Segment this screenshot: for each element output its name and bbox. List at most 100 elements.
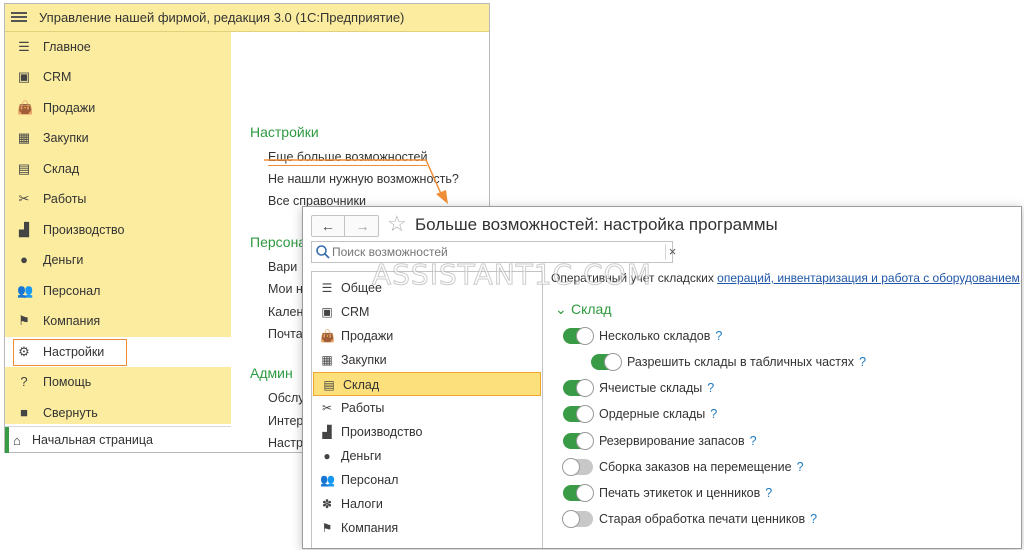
help-icon[interactable]: ? <box>710 407 717 421</box>
personal-link[interactable]: Кален <box>268 305 303 319</box>
category-purchases[interactable]: ▦ Закупки <box>312 348 542 372</box>
description-link[interactable]: операций, инвентаризация и работа с обор… <box>717 271 1020 285</box>
help-icon[interactable]: ? <box>715 329 722 343</box>
category-money[interactable]: ● Деньги <box>312 444 542 468</box>
category-label: Закупки <box>341 353 387 367</box>
toggle-switch[interactable] <box>563 432 594 450</box>
sidebar-item-label: Помощь <box>43 375 92 389</box>
category-crm[interactable]: ▣ CRM <box>312 300 542 324</box>
category-personnel[interactable]: 👥 Персонал <box>312 468 542 492</box>
category-company[interactable]: ⚑ Компания <box>312 516 542 540</box>
list-icon: ☰ <box>321 281 333 295</box>
option-label: Разрешить склады в табличных частях <box>627 355 855 369</box>
sidebar-item-label: Компания <box>43 314 101 328</box>
crm-card-icon: ▣ <box>17 69 31 84</box>
search-input[interactable] <box>332 244 662 260</box>
sidebar-item-settings[interactable]: ⚙ Настройки <box>5 337 231 367</box>
toggle-switch[interactable] <box>563 405 594 423</box>
help-icon[interactable]: ? <box>765 486 772 500</box>
sidebar-item-company[interactable]: ⚑ Компания <box>5 306 231 336</box>
help-icon[interactable]: ? <box>750 434 757 448</box>
search-box: × <box>311 241 676 263</box>
category-list: ☰ Общее ▣ CRM 👜 Продажи ▦ Закупки ▤ Скла… <box>311 271 543 548</box>
list-icon: ☰ <box>18 39 30 54</box>
category-works[interactable]: ✂ Работы <box>312 396 542 420</box>
toggle-switch[interactable] <box>563 379 594 397</box>
category-label: Налоги <box>341 497 383 511</box>
sidebar-item-crm[interactable]: ▣ CRM <box>5 62 231 92</box>
category-label: Работы <box>341 401 385 415</box>
sidebar-item-money[interactable]: ● Деньги <box>5 245 231 275</box>
back-arrow-icon[interactable]: ← <box>312 216 345 236</box>
ruble-coin-icon: ● <box>323 449 331 463</box>
option-label-wrap: Резервирование запасов? <box>599 434 757 448</box>
forward-arrow-icon[interactable]: → <box>346 216 379 236</box>
warehouse-section-header[interactable]: ⌄ Склад <box>555 301 612 318</box>
help-icon[interactable]: ? <box>810 512 817 526</box>
toggle-switch[interactable] <box>563 484 594 502</box>
category-warehouse[interactable]: ▤ Склад <box>313 372 541 396</box>
sidebar-item-production[interactable]: ▟ Производство <box>5 215 231 245</box>
title-bar: Управление нашей фирмой, редакция 3.0 (1… <box>5 4 489 32</box>
cart-icon: ▦ <box>321 353 333 367</box>
more-features-dialog: ← → ☆ Больше возможностей: настройка про… <box>302 206 1022 549</box>
sidebar-item-collapse[interactable]: ■ Свернуть <box>5 398 231 428</box>
personal-link[interactable]: Мои н <box>268 282 303 296</box>
hamburger-menu-icon[interactable] <box>11 10 27 26</box>
sidebar-item-label: CRM <box>43 70 72 84</box>
option-label: Ячеистые склады <box>599 381 703 395</box>
help-icon[interactable]: ? <box>859 355 866 369</box>
admin-link[interactable]: Настр <box>268 436 303 450</box>
more-features-link[interactable]: Еще больше возможностей <box>268 150 428 166</box>
sidebar-item-help[interactable]: ? Помощь <box>5 367 231 397</box>
factory-icon: ▟ <box>322 425 332 439</box>
settings-section-title: Настройки <box>250 124 319 140</box>
admin-link[interactable]: Интер <box>268 414 303 428</box>
gear-icon: ⚙ <box>18 344 30 359</box>
category-label: CRM <box>341 305 370 319</box>
category-taxes[interactable]: ✽ Налоги <box>312 492 542 516</box>
toggle-switch[interactable] <box>563 327 594 345</box>
tools-icon: ✂ <box>18 191 30 206</box>
nav-buttons: ← → <box>311 215 379 237</box>
toggle-switch[interactable] <box>562 510 593 528</box>
sidebar-item-label: Склад <box>43 162 80 176</box>
help-icon[interactable]: ? <box>797 460 804 474</box>
clear-search-icon[interactable]: × <box>665 244 679 260</box>
category-sales[interactable]: 👜 Продажи <box>312 324 542 348</box>
admin-section-title: Админ <box>250 365 293 381</box>
sidebar-item-warehouse[interactable]: ▤ Склад <box>5 154 231 184</box>
sidebar-item-sales[interactable]: 👜 Продажи <box>5 93 231 123</box>
toggle-switch[interactable] <box>562 458 593 476</box>
option-label: Ордерные склады <box>599 407 706 421</box>
personal-link[interactable]: Почта <box>268 327 303 341</box>
sidebar-item-label: Деньги <box>43 253 84 267</box>
sidebar: ☰ Главное ▣ CRM 👜 Продажи ▦ Закупки ▤ Ск… <box>5 32 231 424</box>
home-page-tab[interactable]: ⌂ Начальная страница <box>5 426 231 453</box>
sidebar-item-personnel[interactable]: 👥 Персонал <box>5 276 231 306</box>
help-icon: ? <box>20 374 28 389</box>
people-icon: 👥 <box>320 473 335 487</box>
feature-not-found-link[interactable]: Не нашли нужную возможность? <box>268 172 459 186</box>
favorite-star-icon[interactable]: ☆ <box>387 212 407 236</box>
section-description: Оперативный учет складских операций, инв… <box>551 271 1021 285</box>
toggle-switch[interactable] <box>591 353 622 371</box>
category-label: Продажи <box>341 329 394 343</box>
sidebar-item-label: Закупки <box>43 131 89 145</box>
sidebar-item-works[interactable]: ✂ Работы <box>5 184 231 214</box>
help-icon[interactable]: ? <box>707 381 714 395</box>
sidebar-item-main[interactable]: ☰ Главное <box>5 32 231 62</box>
admin-link[interactable]: Обслу <box>268 391 305 405</box>
category-label: Общее <box>341 281 382 295</box>
category-general[interactable]: ☰ Общее <box>312 276 542 300</box>
options-pane: Оперативный учет складских операций, инв… <box>551 265 1021 548</box>
category-label: Персонал <box>341 473 399 487</box>
crm-card-icon: ▣ <box>321 305 333 319</box>
emblem-icon: ✽ <box>321 497 333 511</box>
shopping-bag-icon: 👜 <box>17 100 34 115</box>
personal-section-title: Персона <box>250 234 307 250</box>
sidebar-item-purchases[interactable]: ▦ Закупки <box>5 123 231 153</box>
personal-link[interactable]: Вари <box>268 260 297 274</box>
category-production[interactable]: ▟ Производство <box>312 420 542 444</box>
flag-icon: ⚑ <box>321 521 333 535</box>
